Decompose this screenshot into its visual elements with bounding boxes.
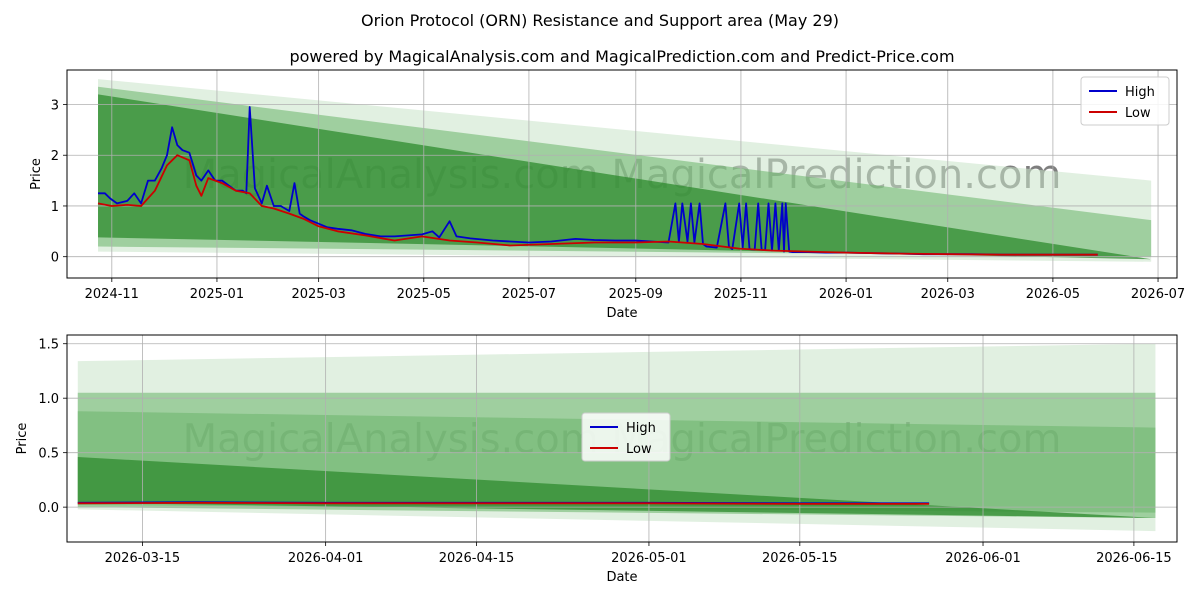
y-tick-label: 1 <box>51 200 59 215</box>
x-tick-label: 2025-03 <box>291 287 345 302</box>
x-axis-label: Date <box>606 306 637 321</box>
legend: High Low <box>581 412 671 462</box>
x-tick-label: 2026-03-15 <box>105 551 181 566</box>
x-tick-label: 2025-11 <box>714 287 768 302</box>
legend-label-high: High <box>626 421 656 436</box>
x-tick-label: 2026-05-15 <box>762 551 838 566</box>
panel-bottom: MagicalAnalysis.com MagicalPrediction.co… <box>15 334 1178 585</box>
series-group <box>77 501 930 505</box>
x-tick-label: 2026-05 <box>1026 287 1080 302</box>
x-tick-label: 2025-05 <box>397 287 451 302</box>
y-tick-label: 1.5 <box>38 338 59 353</box>
y-tick-label: 3 <box>51 98 59 113</box>
legend-label-low: Low <box>1125 106 1151 121</box>
x-tick-label: 2024-11 <box>85 287 139 302</box>
x-tick-label: 2026-04-15 <box>439 551 515 566</box>
y-tick-label: 1.0 <box>38 392 59 407</box>
y-axis-label: Price <box>15 423 30 455</box>
y-axis-label: Price <box>29 158 44 190</box>
chart-figure: Orion Protocol (ORN) Resistance and Supp… <box>15 11 1185 585</box>
x-tick-label: 2026-03 <box>921 287 975 302</box>
panel-top: MagicalAnalysis.com MagicalPrediction.co… <box>29 69 1185 321</box>
x-tick-label: 2026-07 <box>1131 287 1185 302</box>
x-tick-label: 2026-01 <box>819 287 873 302</box>
y-tick-label: 2 <box>51 149 59 164</box>
x-tick-label: 2026-04-01 <box>288 551 364 566</box>
band-group <box>98 79 1152 262</box>
y-tick-label: 0.5 <box>38 447 59 462</box>
x-tick-label: 2026-05-01 <box>611 551 687 566</box>
x-tick-label: 2026-06-01 <box>945 551 1021 566</box>
legend-label-high: High <box>1125 85 1155 100</box>
chart-subtitle: powered by MagicalAnalysis.com and Magic… <box>289 47 954 66</box>
x-tick-label: 2026-06-15 <box>1096 551 1172 566</box>
y-tick-label: 0.0 <box>38 501 59 516</box>
x-tick-label: 2025-07 <box>502 287 556 302</box>
x-axis-label: Date <box>606 570 637 585</box>
x-tick-label: 2025-01 <box>190 287 244 302</box>
x-tick-label: 2025-09 <box>609 287 663 302</box>
y-tick-label: 0 <box>51 251 59 266</box>
legend-label-low: Low <box>626 442 652 457</box>
legend: High Low <box>1080 76 1170 126</box>
chart-title: Orion Protocol (ORN) Resistance and Supp… <box>361 11 839 30</box>
